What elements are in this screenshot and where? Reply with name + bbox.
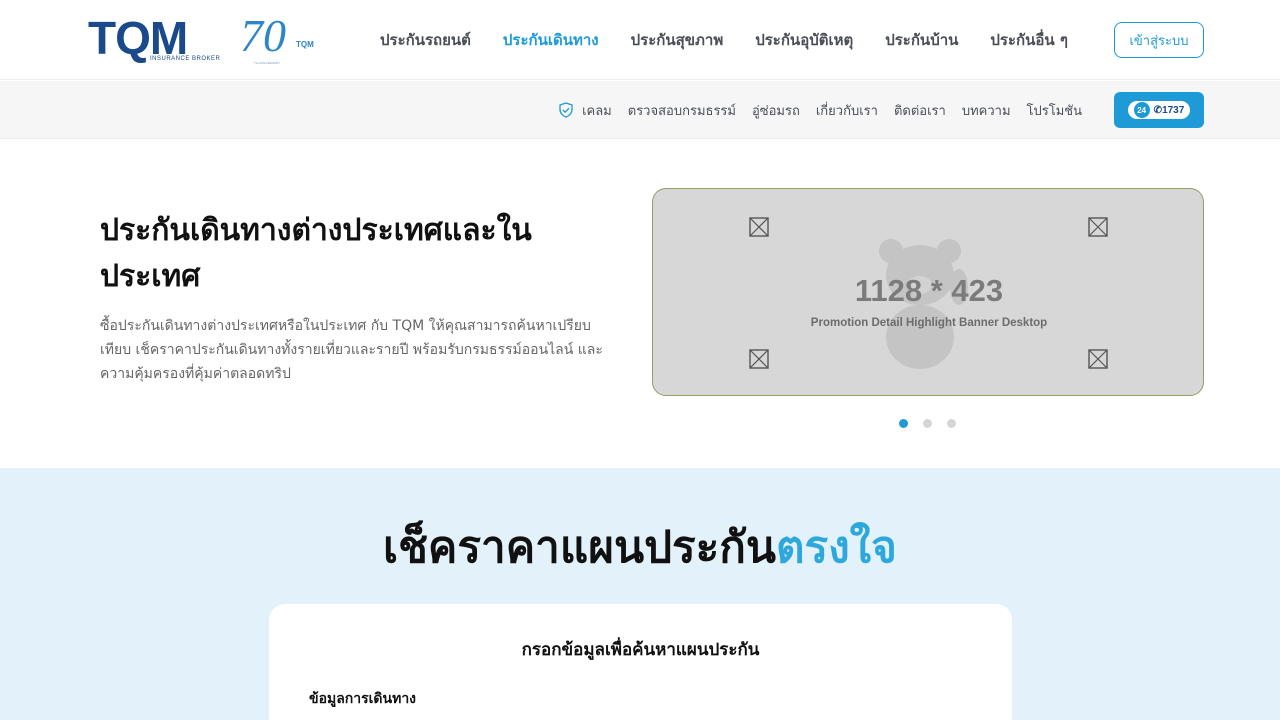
search-plan-card: กรอกข้อมูลเพื่อค้นหาแผนประกัน ข้อมูลการเ… [269, 604, 1012, 720]
anniversary-caption: TH ANNIVERSARY [254, 61, 281, 65]
nav-home-insurance[interactable]: ประกันบ้าน [885, 28, 958, 52]
logo-subtitle: INSURANCE BROKER [150, 56, 221, 62]
secondary-nav-bar: เคลม ตรวจสอบกรมธรรม์ อู่ซ่อมรถ เกี่ยวกับ… [0, 81, 1280, 139]
banner-size-label: 1128 * 423 [854, 273, 1004, 308]
nav-accident-insurance[interactable]: ประกันอุบัติเหตุ [755, 28, 853, 52]
carousel-dot[interactable] [899, 419, 908, 428]
carousel-dots [899, 419, 971, 428]
subnav-claim-label: เคลม [582, 103, 612, 119]
hotline-button[interactable]: 24 ✆ 1737 [1114, 92, 1204, 128]
broken-image-icon [1088, 217, 1108, 237]
logo-text: TQM [88, 12, 188, 64]
anniversary-brand: TQM [296, 40, 314, 49]
nav-car-insurance[interactable]: ประกันรถยนต์ [380, 28, 471, 52]
check-price-title-accent: ตรงใจ [775, 522, 897, 573]
travel-info-label: ข้อมูลการเดินทาง [309, 691, 417, 707]
check-price-title-main: เช็คราคาแผนประกัน [383, 522, 776, 573]
check-price-title: เช็คราคาแผนประกันตรงใจ [0, 512, 1280, 582]
hero-title: ประกันเดินทางต่างประเทศและในประเทศ [100, 213, 532, 294]
hotline-number: 1737 [1162, 104, 1185, 116]
check-price-section: เช็คราคาแผนประกันตรงใจ กรอกข้อมูลเพื่อค้… [0, 468, 1280, 720]
banner-caption: Promotion Detail Highlight Banner Deskto… [810, 317, 1048, 329]
hotline-badge: 24 ✆ 1737 [1127, 101, 1191, 119]
subnav-check-policy[interactable]: ตรวจสอบกรมธรรม์ [628, 100, 736, 121]
nav-travel-insurance[interactable]: ประกันเดินทาง [503, 28, 599, 52]
phone-icon: ✆ [1153, 104, 1163, 116]
subnav-promotions[interactable]: โปรโมชัน [1027, 100, 1082, 121]
subnav-about[interactable]: เกี่ยวกับเรา [816, 100, 878, 121]
nav-health-insurance[interactable]: ประกันสุขภาพ [631, 28, 724, 52]
hero-description: ซื้อประกันเดินทางต่างประเทศหรือในประเทศ … [100, 318, 603, 382]
secondary-nav: เคลม ตรวจสอบกรมธรรม์ อู่ซ่อมรถ เกี่ยวกับ… [542, 81, 1082, 139]
broken-image-icon [1088, 349, 1108, 369]
search-plan-card-title: กรอกข้อมูลเพื่อค้นหาแผนประกัน [521, 640, 760, 660]
promotion-banner[interactable]: 1128 * 423 Promotion Detail Highlight Ba… [652, 188, 1204, 396]
nav-other-insurance[interactable]: ประกันอื่น ๆ [990, 28, 1068, 52]
broken-image-icon [749, 349, 769, 369]
login-button[interactable]: เข้าสู่ระบบ [1114, 22, 1204, 58]
carousel-dot[interactable] [923, 419, 932, 428]
broken-image-icon [749, 217, 769, 237]
subnav-contact[interactable]: ติดต่อเรา [894, 100, 946, 121]
subnav-claim[interactable]: เคลม [558, 100, 612, 121]
carousel-dot[interactable] [947, 419, 956, 428]
anniversary-number: 70 [240, 10, 286, 61]
hotline-24-icon: 24 [1133, 102, 1150, 118]
main-nav: ประกันรถยนต์ ประกันเดินทาง ประกันสุขภาพ … [380, 0, 1100, 80]
subnav-articles[interactable]: บทความ [962, 100, 1011, 121]
subnav-garage[interactable]: อู่ซ่อมรถ [752, 100, 800, 121]
anniversary-logo: 70 TQM TH ANNIVERSARY [240, 12, 320, 68]
shield-check-icon [559, 102, 573, 118]
top-header: TQM INSURANCE BROKER 70 TQM TH ANNIVERSA… [0, 0, 1280, 80]
